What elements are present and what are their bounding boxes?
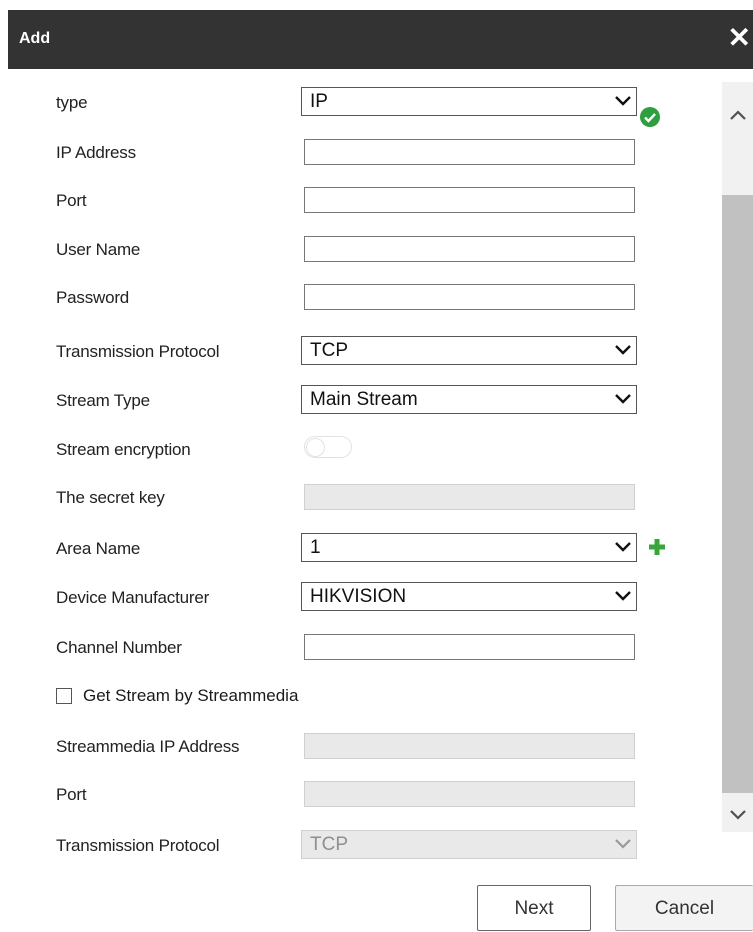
label-streammedia-port: Port bbox=[56, 785, 87, 804]
label-area-name: Area Name bbox=[56, 539, 141, 558]
chevron-up-icon[interactable] bbox=[728, 108, 748, 122]
chevron-down-icon bbox=[615, 839, 631, 849]
row-channel-number: Channel Number bbox=[8, 634, 728, 660]
label-get-stream: Get Stream by Streammedia bbox=[83, 686, 299, 705]
dialog-body: type IP IP Address Port User Name Passwo… bbox=[8, 69, 753, 861]
chevron-down-icon[interactable] bbox=[728, 808, 748, 822]
streammedia-protocol-select: TCP bbox=[301, 830, 637, 859]
row-type: type IP bbox=[8, 87, 728, 127]
plus-icon[interactable] bbox=[649, 539, 665, 555]
row-device-manufacturer: Device Manufacturer HIKVISION bbox=[8, 582, 728, 611]
top-strip bbox=[0, 0, 753, 10]
type-select[interactable]: IP bbox=[301, 87, 637, 116]
row-password: Password bbox=[8, 284, 728, 310]
chevron-down-icon bbox=[615, 394, 631, 404]
toggle-knob bbox=[306, 438, 325, 457]
close-icon[interactable]: ✕ bbox=[728, 24, 751, 52]
label-port: Port bbox=[56, 191, 87, 210]
label-ip-address: IP Address bbox=[56, 143, 136, 162]
row-get-stream: Get Stream by Streammedia bbox=[8, 683, 728, 709]
next-button[interactable]: Next bbox=[477, 885, 591, 931]
check-circle-icon bbox=[640, 107, 660, 127]
row-streammedia-protocol: Transmission Protocol TCP bbox=[8, 830, 728, 859]
scrollbar[interactable] bbox=[722, 82, 753, 832]
label-type: type bbox=[56, 93, 88, 112]
label-user-name: User Name bbox=[56, 240, 141, 259]
label-channel-number: Channel Number bbox=[56, 638, 182, 657]
streammedia-ip-input bbox=[304, 733, 635, 759]
row-port: Port bbox=[8, 187, 728, 213]
row-user-name: User Name bbox=[8, 236, 728, 262]
device-manufacturer-value: HIKVISION bbox=[310, 586, 407, 607]
label-secret-key: The secret key bbox=[56, 488, 165, 507]
stream-type-value: Main Stream bbox=[310, 389, 418, 410]
password-input[interactable] bbox=[304, 284, 635, 310]
transmission-protocol-select[interactable]: TCP bbox=[301, 336, 637, 365]
transmission-protocol-value: TCP bbox=[310, 340, 348, 361]
secret-key-input bbox=[304, 484, 635, 510]
dialog-header: Add ✕ bbox=[8, 10, 753, 69]
row-ip-address: IP Address bbox=[8, 139, 728, 165]
row-area-name: Area Name 1 bbox=[8, 533, 728, 562]
area-name-select[interactable]: 1 bbox=[301, 533, 637, 562]
channel-number-input[interactable] bbox=[304, 634, 635, 660]
row-streammedia-ip: Streammedia IP Address bbox=[8, 733, 728, 759]
row-stream-encryption: Stream encryption bbox=[8, 436, 728, 462]
row-secret-key: The secret key bbox=[8, 484, 728, 510]
streammedia-protocol-value: TCP bbox=[310, 834, 348, 855]
cancel-button[interactable]: Cancel bbox=[615, 885, 753, 931]
type-select-value: IP bbox=[310, 91, 328, 112]
label-streammedia-ip: Streammedia IP Address bbox=[56, 737, 240, 756]
user-name-input[interactable] bbox=[304, 236, 635, 262]
label-device-manufacturer: Device Manufacturer bbox=[56, 588, 210, 607]
label-stream-encryption: Stream encryption bbox=[56, 440, 191, 459]
dialog-title: Add bbox=[19, 30, 51, 47]
label-password: Password bbox=[56, 288, 130, 307]
row-streammedia-port: Port bbox=[8, 781, 728, 807]
label-streammedia-protocol: Transmission Protocol bbox=[56, 836, 220, 855]
label-transmission-protocol: Transmission Protocol bbox=[56, 342, 220, 361]
area-name-value: 1 bbox=[310, 537, 321, 558]
chevron-down-icon bbox=[615, 591, 631, 601]
chevron-down-icon bbox=[615, 542, 631, 552]
label-stream-type: Stream Type bbox=[56, 391, 150, 410]
chevron-down-icon bbox=[615, 345, 631, 355]
ip-address-input[interactable] bbox=[304, 139, 635, 165]
get-stream-checkbox[interactable] bbox=[56, 688, 72, 704]
scroll-thumb[interactable] bbox=[722, 195, 753, 793]
stream-encryption-toggle[interactable] bbox=[304, 436, 352, 458]
row-stream-type: Stream Type Main Stream bbox=[8, 385, 728, 414]
device-manufacturer-select[interactable]: HIKVISION bbox=[301, 582, 637, 611]
row-transmission-protocol: Transmission Protocol TCP bbox=[8, 336, 728, 365]
port-input[interactable] bbox=[304, 187, 635, 213]
stream-type-select[interactable]: Main Stream bbox=[301, 385, 637, 414]
chevron-down-icon bbox=[615, 96, 631, 106]
streammedia-port-input bbox=[304, 781, 635, 807]
